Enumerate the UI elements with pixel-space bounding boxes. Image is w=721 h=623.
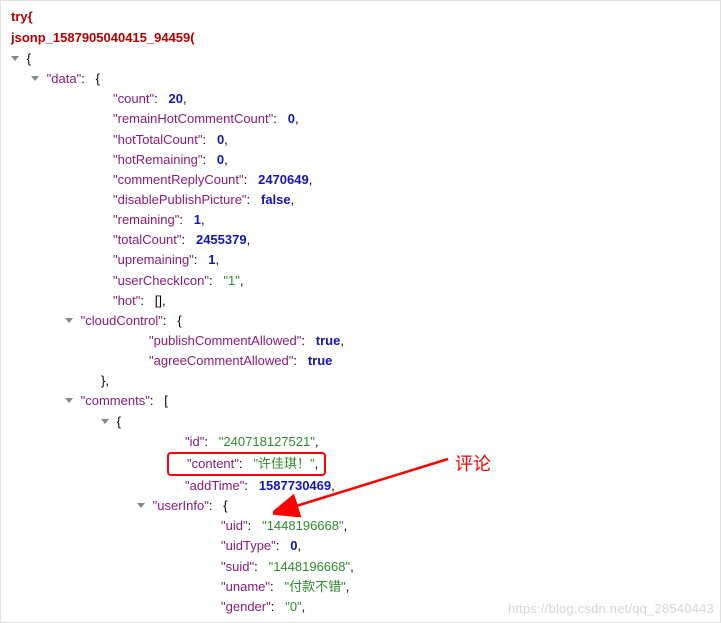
json-row: remainHotCommentCount: 0, xyxy=(11,109,710,129)
comment-item-open[interactable]: { xyxy=(11,412,710,432)
json-row: addTime: 1587730469, xyxy=(11,476,710,496)
json-row: commentReplyCount: 2470649, xyxy=(11,170,710,190)
json-row: count: 20, xyxy=(11,89,710,109)
toggle-icon[interactable] xyxy=(65,398,73,403)
toggle-icon[interactable] xyxy=(65,318,73,323)
json-root-open[interactable]: { xyxy=(11,49,710,69)
toggle-icon[interactable] xyxy=(101,419,109,424)
data-key-row[interactable]: data: { xyxy=(11,69,710,89)
json-row: hotRemaining: 0, xyxy=(11,150,710,170)
json-row: uname: 付款不错, xyxy=(11,577,710,597)
comments-row[interactable]: comments: [ xyxy=(11,391,710,411)
toggle-icon[interactable] xyxy=(11,56,19,61)
json-row: uidType: 0, xyxy=(11,536,710,556)
json-row: remaining: 1, xyxy=(11,210,710,230)
json-row: agreeCommentAllowed: true xyxy=(11,351,710,371)
jsonp-call: jsonp_1587905040415_94459( xyxy=(11,30,710,45)
json-row: suid: 1448196668, xyxy=(11,557,710,577)
try-keyword: try{ xyxy=(11,9,710,24)
annotation-label: 评论 xyxy=(455,450,491,476)
json-row: uid: 1448196668, xyxy=(11,516,710,536)
comment-content-row: content: 许佳琪！, xyxy=(11,452,710,476)
json-row: totalCount: 2455379, xyxy=(11,230,710,250)
json-close: }, xyxy=(11,371,710,391)
brace: { xyxy=(27,51,31,66)
json-row: disablePublishPicture: false, xyxy=(11,190,710,210)
json-row: hot: [], xyxy=(11,291,710,311)
toggle-icon[interactable] xyxy=(137,503,145,508)
json-row: id: 240718127521, xyxy=(11,432,710,452)
json-key: data xyxy=(47,71,82,86)
cloudcontrol-row[interactable]: cloudControl: { xyxy=(11,311,710,331)
json-row: hotTotalCount: 0, xyxy=(11,130,710,150)
json-row: publishCommentAllowed: true, xyxy=(11,331,710,351)
highlight-box: content: 许佳琪！, xyxy=(167,452,326,476)
json-row: userCheckIcon: 1, xyxy=(11,271,710,291)
json-row: upremaining: 1, xyxy=(11,250,710,270)
userinfo-row[interactable]: userInfo: { xyxy=(11,496,710,516)
toggle-icon[interactable] xyxy=(31,76,39,81)
watermark-text: https://blog.csdn.net/qq_28540443 xyxy=(508,601,714,616)
